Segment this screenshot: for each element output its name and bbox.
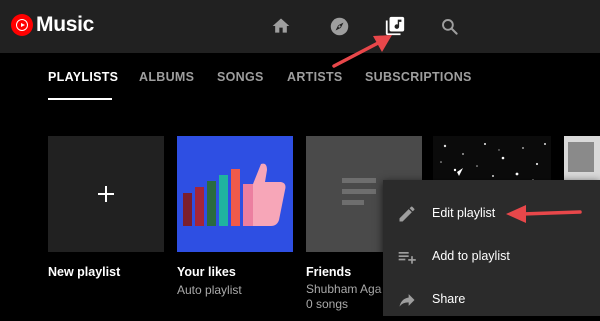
tab-songs[interactable]: SONGS <box>217 70 264 84</box>
card-subtitle: Auto playlist <box>177 283 242 297</box>
active-tab-indicator <box>48 98 112 100</box>
playlist-context-menu: Edit playlist Add to playlist Share <box>383 180 600 316</box>
plus-icon <box>98 186 114 202</box>
library-tabs: PLAYLISTS ALBUMS SONGS ARTISTS SUBSCRIPT… <box>0 53 600 99</box>
menu-item-add-to-playlist[interactable]: Add to playlist <box>383 236 600 278</box>
tab-subscriptions[interactable]: SUBSCRIPTIONS <box>365 70 472 84</box>
card-author: Shubham Aga <box>306 282 382 296</box>
home-icon[interactable] <box>268 13 294 39</box>
menu-item-label: Add to playlist <box>432 249 510 263</box>
app-logo[interactable]: Music <box>11 13 94 37</box>
card-title[interactable]: Your likes <box>177 265 236 279</box>
playlist-add-icon <box>398 252 416 264</box>
tab-playlists[interactable]: PLAYLISTS <box>48 70 118 84</box>
menu-item-share[interactable]: Share <box>383 279 600 321</box>
share-icon <box>399 294 415 307</box>
pencil-icon <box>399 206 415 222</box>
tab-albums[interactable]: ALBUMS <box>139 70 194 84</box>
playlist-card-new[interactable]: New playlist <box>48 136 164 279</box>
menu-item-label: Share <box>432 292 466 306</box>
app-title: Music <box>36 13 95 36</box>
annotation-arrow-edit-playlist <box>506 205 582 223</box>
new-playlist-thumbnail[interactable] <box>48 136 164 252</box>
your-likes-thumbnail[interactable] <box>177 136 293 252</box>
card-title[interactable]: Friends <box>306 265 351 279</box>
tab-artists[interactable]: ARTISTS <box>287 70 343 84</box>
search-icon[interactable] <box>436 13 462 39</box>
top-app-bar: Music <box>0 0 600 53</box>
youtube-music-logo-icon <box>11 14 33 36</box>
card-song-count: 0 songs <box>306 297 349 311</box>
menu-item-label: Edit playlist <box>432 206 496 220</box>
playlist-card-your-likes[interactable]: Your likes Auto playlist <box>177 136 293 297</box>
thumbs-up-artwork-icon <box>183 163 286 226</box>
card-title[interactable]: New playlist <box>48 265 120 279</box>
